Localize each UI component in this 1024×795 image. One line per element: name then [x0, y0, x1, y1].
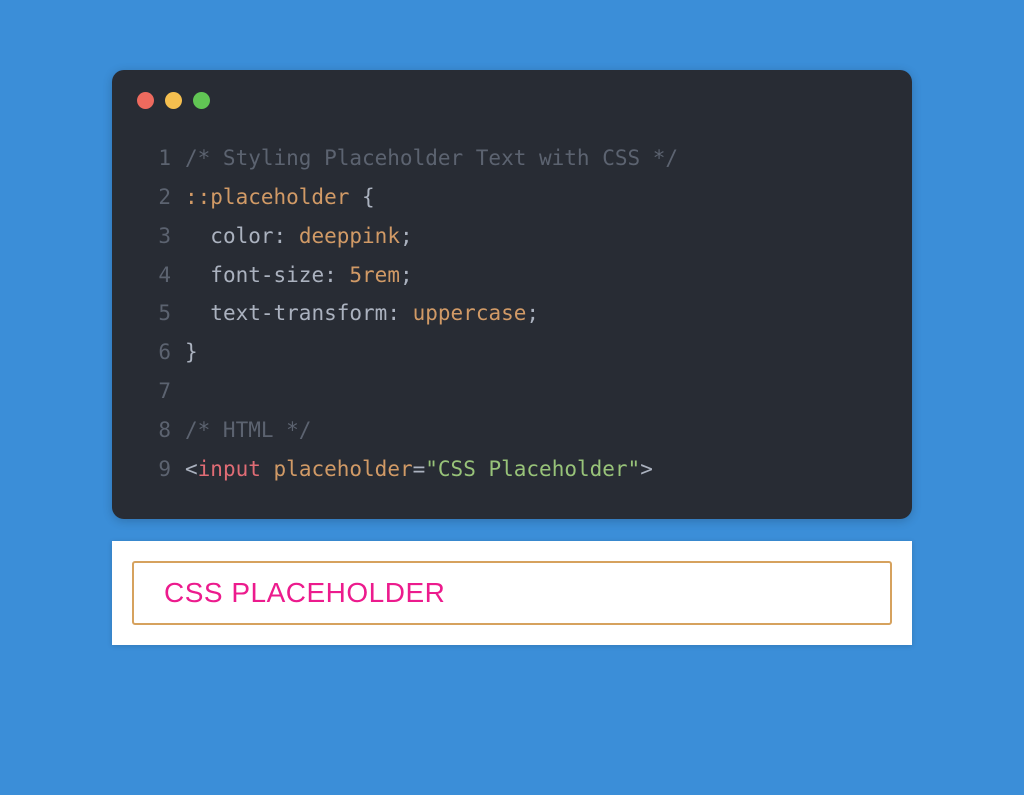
code-line: 1 /* Styling Placeholder Text with CSS */	[137, 139, 887, 178]
line-number: 9	[137, 450, 171, 489]
code-line: 7	[137, 372, 887, 411]
code-window: 1 /* Styling Placeholder Text with CSS */…	[112, 70, 912, 519]
maximize-icon[interactable]	[193, 92, 210, 109]
code-token: font-size	[210, 256, 324, 295]
code-token	[185, 217, 210, 256]
code-token: color	[210, 217, 273, 256]
code-line: 3 color: deeppink;	[137, 217, 887, 256]
code-token: deeppink	[299, 217, 400, 256]
code-token: :	[387, 294, 412, 333]
code-token: ;	[400, 256, 413, 295]
placeholder-demo-input[interactable]	[132, 561, 892, 625]
code-token: ;	[400, 217, 413, 256]
line-number: 7	[137, 372, 171, 411]
line-number: 4	[137, 256, 171, 295]
code-token: ;	[526, 294, 539, 333]
code-token: input	[198, 450, 261, 489]
code-line: 9 <input placeholder="CSS Placeholder">	[137, 450, 887, 489]
code-line: 8 /* HTML */	[137, 411, 887, 450]
code-token: text-transform	[210, 294, 387, 333]
code-token: 5rem	[349, 256, 400, 295]
code-line: 5 text-transform: uppercase;	[137, 294, 887, 333]
code-token: }	[185, 333, 198, 372]
code-token: {	[349, 178, 374, 217]
code-token: placeholder	[274, 450, 413, 489]
code-token: =	[413, 450, 426, 489]
code-token	[185, 256, 210, 295]
line-number: 5	[137, 294, 171, 333]
code-token	[185, 294, 210, 333]
code-area: 1 /* Styling Placeholder Text with CSS */…	[112, 119, 912, 489]
code-token: uppercase	[413, 294, 527, 333]
line-number: 8	[137, 411, 171, 450]
code-token	[261, 450, 274, 489]
code-token: :	[274, 217, 299, 256]
minimize-icon[interactable]	[165, 92, 182, 109]
line-number: 6	[137, 333, 171, 372]
code-line: 4 font-size: 5rem;	[137, 256, 887, 295]
window-controls	[112, 70, 912, 119]
code-token: /* HTML */	[185, 411, 311, 450]
code-token: /* Styling Placeholder Text with CSS */	[185, 139, 678, 178]
code-token: :	[324, 256, 349, 295]
code-token: ::placeholder	[185, 178, 349, 217]
code-token: "CSS Placeholder"	[425, 450, 640, 489]
line-number: 2	[137, 178, 171, 217]
code-line: 6}	[137, 333, 887, 372]
line-number: 1	[137, 139, 171, 178]
close-icon[interactable]	[137, 92, 154, 109]
code-token: >	[640, 450, 653, 489]
code-line: 2::placeholder {	[137, 178, 887, 217]
code-token: <	[185, 450, 198, 489]
preview-panel	[112, 541, 912, 645]
line-number: 3	[137, 217, 171, 256]
